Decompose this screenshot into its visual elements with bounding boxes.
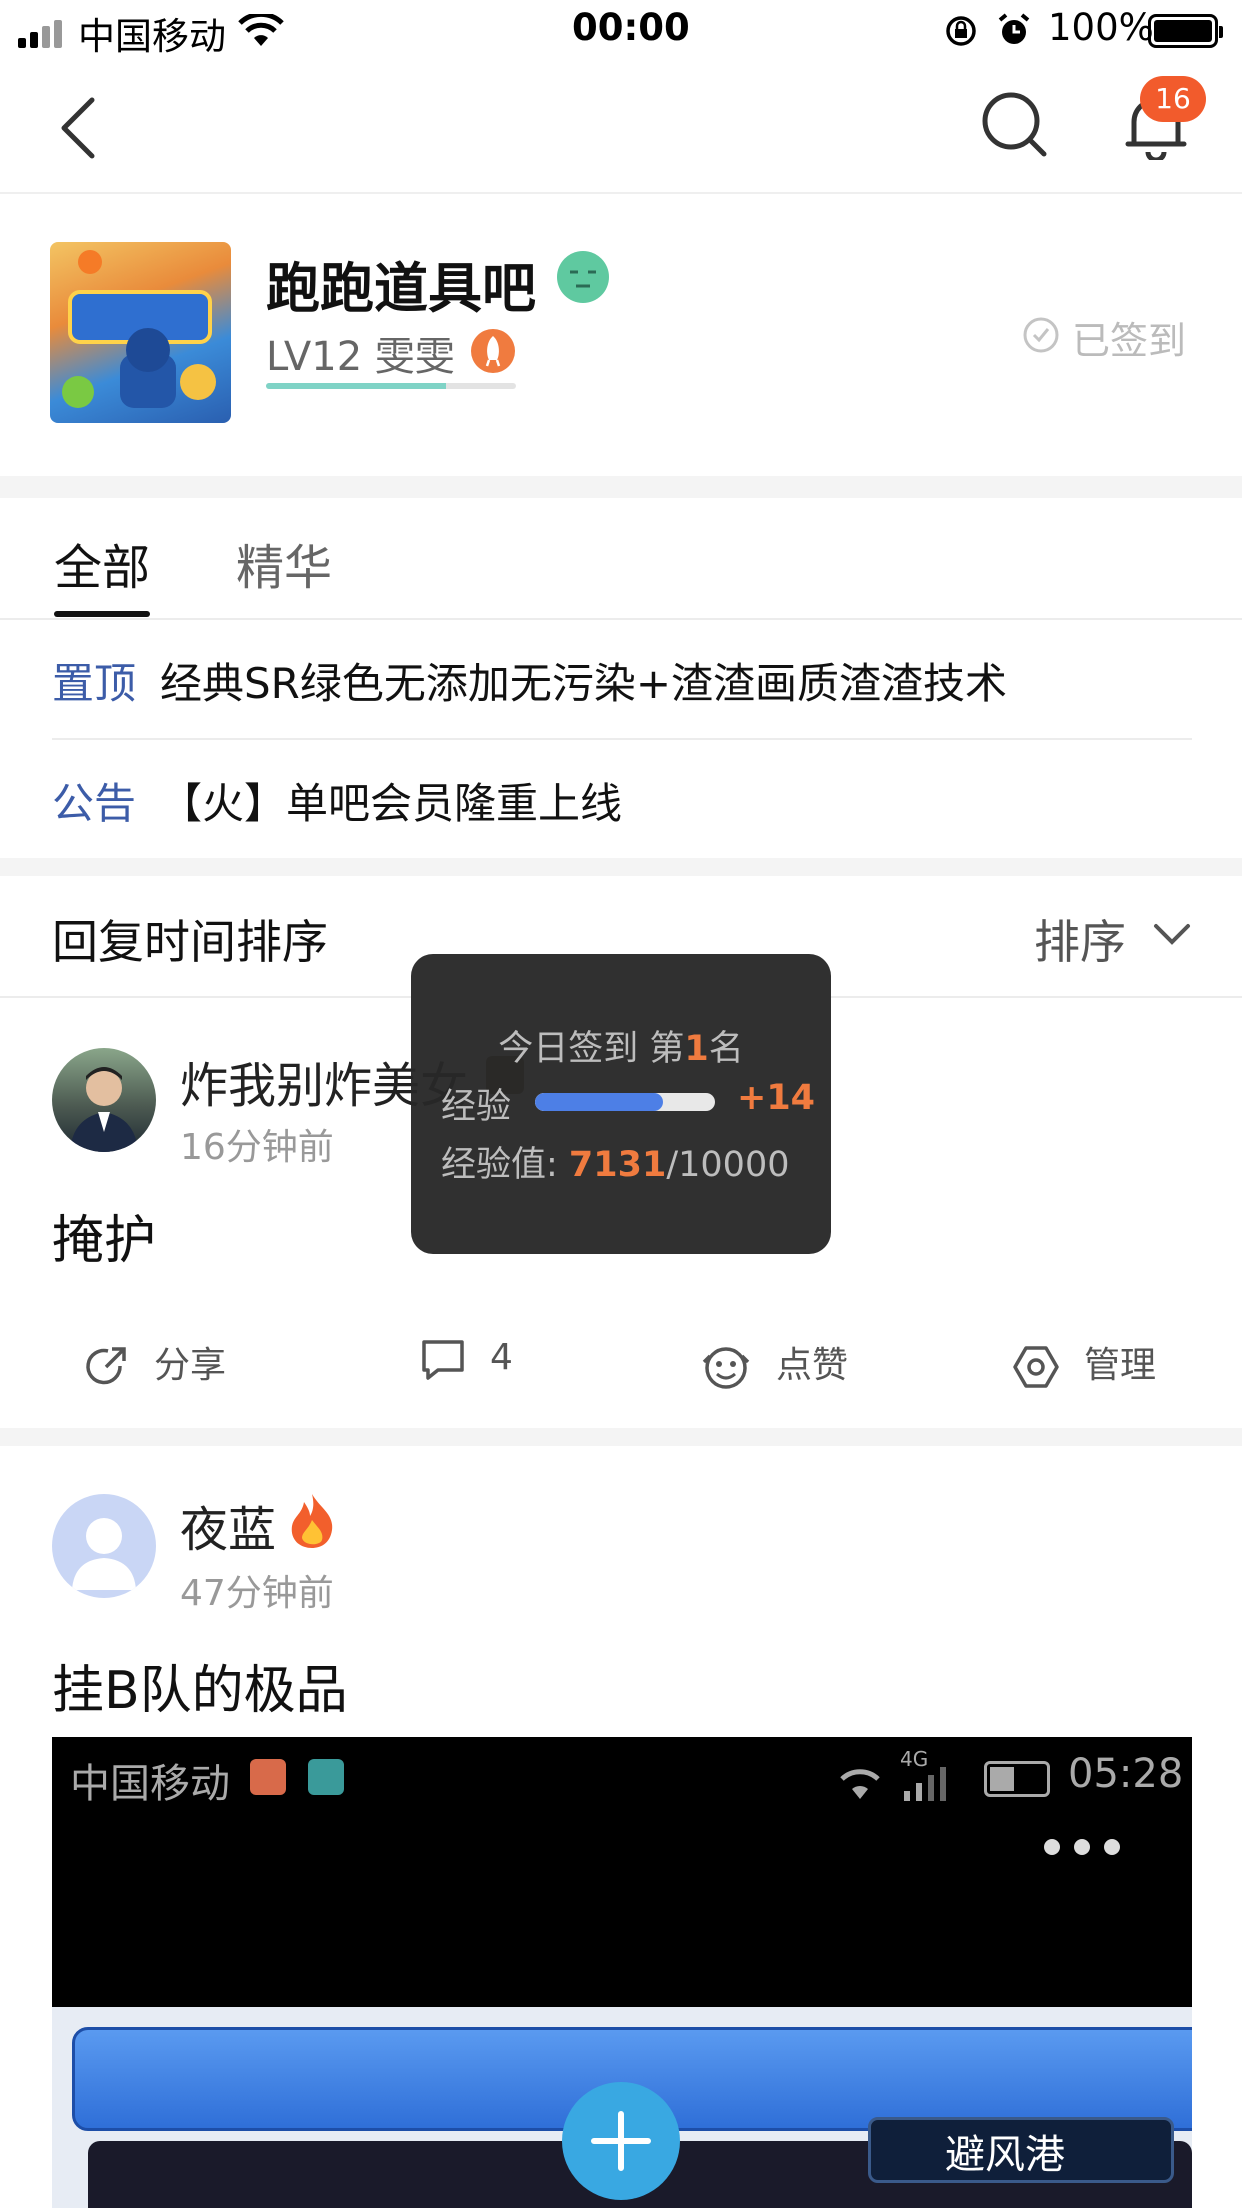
manage-icon [1013, 1346, 1059, 1388]
exp-value: 经验值: 7131/10000 [441, 1136, 789, 1187]
user-level: LV12 雯雯 [266, 334, 455, 380]
clock: 00:00 [572, 6, 690, 49]
like-button[interactable]: 点赞 [700, 1336, 848, 1390]
embedded-banner: 避风港 [868, 2117, 1174, 2183]
battery-percent: 100% [1048, 6, 1154, 49]
level-progress-bar [266, 383, 516, 389]
avatar-person [70, 1067, 138, 1152]
exp-progress-bar [535, 1093, 715, 1111]
sort-button[interactable]: 排序 [1034, 906, 1126, 972]
sign-in-rank: 今日签到 第1名 [411, 1020, 831, 1071]
tab-all[interactable]: 全部 [54, 528, 150, 598]
nav-bar [0, 62, 1242, 194]
embedded-time: 05:28 [1068, 1751, 1184, 1797]
comment-count: 4 [490, 1337, 513, 1378]
post-title[interactable]: 挂B队的极品 [52, 1648, 348, 1723]
manage-button[interactable]: 管理 [1012, 1336, 1156, 1390]
carrier-label: 中国移动 [78, 15, 226, 58]
signal-icon [18, 18, 68, 48]
embedded-wifi-icon [840, 1769, 880, 1799]
sign-in-icon [1023, 317, 1059, 353]
rank-prefix: 今日签到 第 [498, 1029, 685, 1069]
embedded-app-icon [250, 1759, 286, 1795]
avatar[interactable] [52, 1494, 156, 1598]
battery-icon [1148, 14, 1223, 48]
share-icon [86, 1347, 126, 1385]
pinned-text: 经典SR绿色无添加无污染+渣渣画质渣渣技术 [160, 659, 1008, 708]
back-icon[interactable] [58, 96, 98, 160]
plus-icon [591, 2111, 651, 2171]
exp-gain: +14 [737, 1078, 816, 1118]
forum-logo[interactable] [50, 242, 231, 423]
notification-badge[interactable]: 16 [1140, 76, 1206, 122]
share-label: 分享 [154, 1345, 227, 1386]
comment-button[interactable]: 4 [420, 1336, 513, 1382]
search-icon[interactable] [982, 92, 1048, 158]
exp-total: /10000 [666, 1145, 790, 1185]
announcement-tag: 公告 [52, 779, 137, 828]
embedded-signal-icon [904, 1767, 946, 1801]
level-progress-fill [266, 383, 446, 389]
post-username[interactable]: 夜蓝 [180, 1490, 276, 1560]
post-time: 16分钟前 [180, 1127, 334, 1168]
pinned-notice[interactable]: 置顶 经典SR绿色无添加无污染+渣渣画质渣渣技术 [52, 620, 1192, 738]
chevron-down-icon[interactable] [1152, 920, 1192, 948]
tab-featured[interactable]: 精华 [236, 528, 332, 598]
rotation-lock-icon [946, 16, 976, 46]
forum-logo-art [62, 250, 216, 408]
exp-label: 经验 [441, 1087, 512, 1127]
exp-progress-fill [535, 1093, 664, 1111]
active-tab-indicator [54, 611, 150, 617]
embedded-carrier: 中国移动 [70, 1761, 230, 1807]
fire-icon [291, 1494, 333, 1548]
exp-current: 7131 [568, 1145, 667, 1185]
alarm-icon [998, 13, 1030, 44]
wifi-icon [238, 14, 284, 46]
sign-in-tooltip: 今日签到 第1名 经验 +14 经验值: 7131/10000 [411, 954, 831, 1254]
manage-label: 管理 [1084, 1345, 1157, 1386]
announcement-text: 【火】单吧会员隆重上线 [160, 779, 623, 828]
like-label: 点赞 [776, 1345, 849, 1386]
exp-value-label: 经验值: [441, 1145, 569, 1185]
sort-title: 回复时间排序 [52, 915, 328, 969]
like-icon [702, 1347, 750, 1389]
rank-number: 1 [684, 1029, 709, 1069]
pinned-tag: 置顶 [52, 659, 137, 708]
signed-in-label[interactable]: 已签到 [1072, 310, 1186, 365]
rocket-badge-icon [471, 329, 515, 373]
section-divider [0, 858, 1242, 876]
embedded-more-icon [1044, 1839, 1120, 1855]
new-post-button[interactable] [562, 2082, 680, 2200]
announcement-notice[interactable]: 公告 【火】单吧会员隆重上线 [52, 740, 1192, 858]
default-avatar-icon [72, 1518, 136, 1590]
embedded-battery-icon [984, 1761, 1050, 1797]
post-title[interactable]: 掩护 [52, 1198, 156, 1273]
comment-icon [422, 1340, 464, 1380]
post-time: 47分钟前 [180, 1573, 334, 1614]
avatar[interactable] [52, 1048, 156, 1152]
section-divider [0, 476, 1242, 498]
rank-suffix: 名 [708, 1029, 744, 1069]
section-divider [0, 1428, 1242, 1446]
status-bar: 中国移动 00:00 100% [0, 0, 1242, 62]
mood-face-icon [557, 251, 609, 303]
forum-name: 跑跑道具吧 [266, 257, 536, 320]
embedded-app-icon [308, 1759, 344, 1795]
embedded-banner-text: 避风港 [945, 2132, 1065, 2178]
share-button[interactable]: 分享 [84, 1336, 226, 1390]
